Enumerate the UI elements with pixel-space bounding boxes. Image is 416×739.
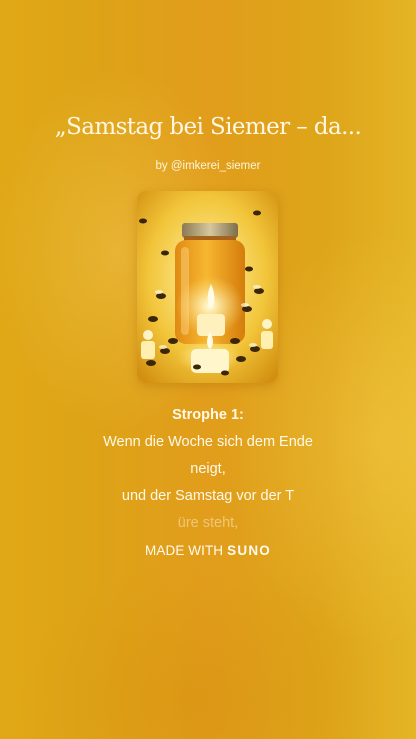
song-share-card: „Samstag bei Siemer – da... by @imkerei_… [0,0,416,739]
lyrics-line: neigt, [190,461,226,477]
song-title: „Samstag bei Siemer – da... [54,114,362,140]
lyrics-block: Strophe 1: Wenn die Woche sich dem Ende … [0,402,416,537]
honey-jar-icon [137,191,278,383]
lyrics-line: üre steht, [177,515,239,531]
cover-art[interactable] [137,191,278,383]
lyrics-line: und der Samstag vor der T [121,488,295,504]
made-with-label: MADE WITH [145,543,224,558]
suno-logo: SUNO [227,543,271,558]
lyrics-heading: Strophe 1: [172,407,244,423]
artist-byline[interactable]: by @imkerei_siemer [0,160,416,172]
made-with-suno-link[interactable]: MADE WITH SUNO [0,543,416,558]
lyrics-line: Wenn die Woche sich dem Ende [103,434,313,450]
